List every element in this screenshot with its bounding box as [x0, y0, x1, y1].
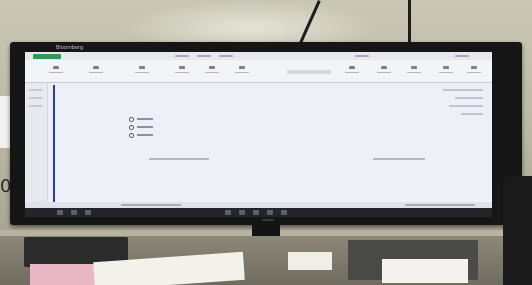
sidebar-item[interactable]	[29, 89, 42, 91]
title-tab	[455, 55, 469, 57]
app-toolbar	[25, 60, 492, 83]
tree-node-icon[interactable]	[129, 133, 134, 138]
toolbar-icon	[349, 66, 355, 69]
right-panel-row	[455, 97, 483, 99]
tree-node-icon[interactable]	[129, 117, 134, 122]
photo-scene: 027 Bloomberg	[0, 0, 532, 285]
taskbar-app-icon[interactable]	[267, 210, 273, 215]
content-text-line	[373, 158, 425, 160]
right-panel	[425, 85, 487, 203]
title-tab	[175, 55, 189, 57]
cable	[408, 0, 411, 48]
toolbar-button[interactable]	[233, 66, 251, 76]
toolbar-icon	[443, 66, 449, 69]
right-panel-row	[449, 105, 483, 107]
toolbar-button[interactable]	[133, 66, 151, 76]
title-tab	[219, 55, 233, 57]
app-sidebar	[25, 83, 48, 203]
sidebar-item[interactable]	[29, 105, 42, 107]
monitor-window-title: Bloomberg	[56, 45, 84, 51]
tree-node-label	[137, 134, 153, 136]
toolbar-button[interactable]	[173, 66, 191, 76]
toolbar-button[interactable]	[465, 66, 483, 76]
toolbar-button[interactable]	[437, 66, 455, 76]
right-panel-row	[443, 89, 483, 91]
taskbar-app-icon[interactable]	[253, 210, 259, 215]
status-segment	[121, 204, 181, 206]
toolbar-button[interactable]	[87, 66, 105, 76]
monitor-brand-logo	[262, 219, 274, 221]
content-text-line	[149, 158, 209, 160]
taskbar-app-icon[interactable]	[85, 210, 91, 215]
blue-vertical-line	[53, 85, 55, 207]
toolbar-icon	[381, 66, 387, 69]
toolbar-button[interactable]	[47, 66, 65, 76]
toolbar-field[interactable]	[287, 70, 331, 74]
toolbar-icon	[209, 66, 215, 69]
taskbar-app-icon[interactable]	[71, 210, 77, 215]
taskbar-app-icon[interactable]	[225, 210, 231, 215]
toolbar-icon	[53, 66, 59, 69]
taskbar-app-icon[interactable]	[57, 210, 63, 215]
app-logo	[33, 54, 61, 59]
white-paper	[382, 259, 468, 283]
tree-node-label	[137, 126, 153, 128]
desk-phone	[503, 176, 532, 285]
app-titlebar	[25, 52, 492, 60]
tree-node-label	[137, 118, 153, 120]
tree-node-icon[interactable]	[129, 125, 134, 130]
toolbar-button[interactable]	[405, 66, 423, 76]
toolbar-icon	[471, 66, 477, 69]
taskbar-app-icon[interactable]	[281, 210, 287, 215]
sidebar-item[interactable]	[29, 97, 42, 99]
toolbar-icon	[139, 66, 145, 69]
title-tab	[197, 55, 211, 57]
app-content	[25, 83, 492, 208]
toolbar-button[interactable]	[203, 66, 221, 76]
toolbar-icon	[93, 66, 99, 69]
status-segment	[405, 204, 475, 206]
right-panel-row	[461, 113, 483, 115]
toolbar-icon	[411, 66, 417, 69]
taskbar-app-icon[interactable]	[239, 210, 245, 215]
title-tab	[355, 55, 369, 57]
toolbar-icon	[179, 66, 185, 69]
toolbar-button[interactable]	[375, 66, 393, 76]
toolbar-icon	[239, 66, 245, 69]
os-taskbar	[25, 208, 492, 217]
monitor-screen	[25, 52, 492, 208]
toolbar-button[interactable]	[343, 66, 361, 76]
small-paper	[288, 252, 332, 270]
